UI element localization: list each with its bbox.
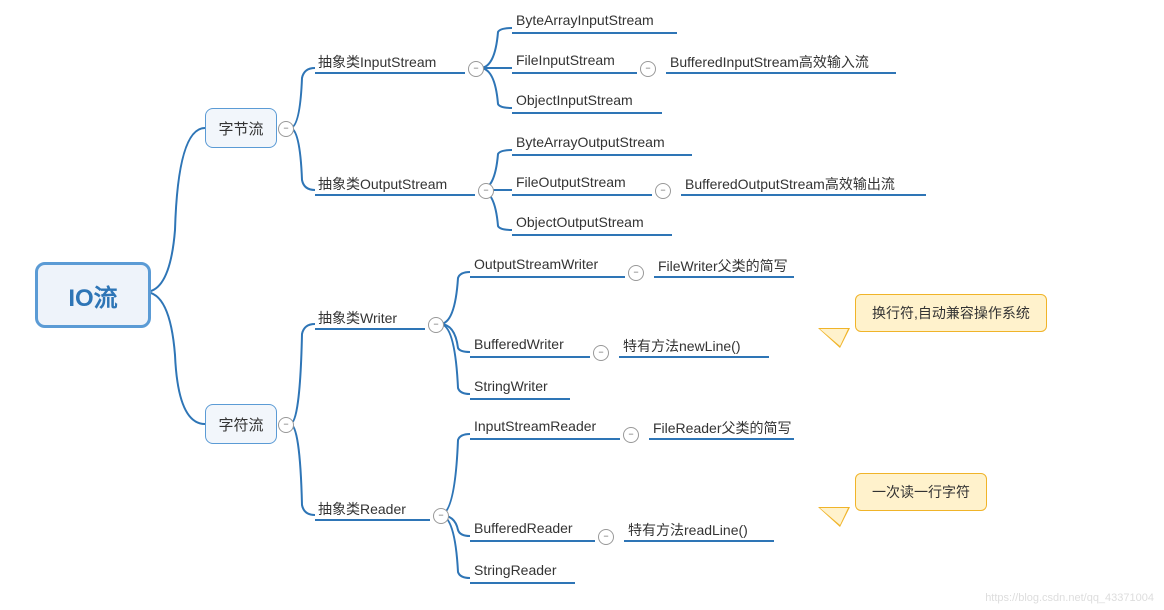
baos-label: ByteArrayOutputStream [516, 134, 665, 150]
br-method-label: 特有方法readLine() [628, 520, 748, 540]
note-pointer-inner [820, 508, 848, 525]
underline [470, 438, 620, 440]
byte-stream-label: 字节流 [218, 118, 263, 139]
bw-method-label: 特有方法newLine() [623, 336, 740, 356]
osw-label: OutputStreamWriter [474, 256, 598, 272]
collapse-icon[interactable]: − [623, 427, 639, 443]
underline [512, 234, 672, 236]
sr-label: StringReader [474, 562, 557, 578]
collapse-icon[interactable]: − [478, 183, 494, 199]
underline [315, 519, 430, 521]
underline [315, 72, 465, 74]
oos-label: ObjectOutputStream [516, 214, 644, 230]
underline [654, 276, 794, 278]
underline [470, 276, 625, 278]
collapse-icon[interactable]: − [428, 317, 444, 333]
note-newline: 换行符,自动兼容操作系统 [855, 294, 1047, 332]
byte-stream-node[interactable]: 字节流 [205, 108, 277, 148]
collapse-icon[interactable]: − [640, 61, 656, 77]
inputstream-label: 抽象类InputStream [318, 52, 436, 72]
fis-label: FileInputStream [516, 52, 615, 68]
note1-text: 换行符,自动兼容操作系统 [872, 305, 1030, 321]
writer-label: 抽象类Writer [318, 308, 397, 328]
underline [512, 72, 637, 74]
collapse-icon[interactable]: − [593, 345, 609, 361]
underline [512, 154, 692, 156]
bos-label: BufferedOutputStream高效输出流 [685, 174, 895, 194]
bw-label: BufferedWriter [474, 336, 564, 352]
collapse-icon[interactable]: − [278, 121, 294, 137]
underline [470, 540, 595, 542]
note-pointer-inner [820, 329, 848, 346]
underline [512, 194, 652, 196]
underline [666, 72, 896, 74]
ois-label: ObjectInputStream [516, 92, 633, 108]
watermark: https://blog.csdn.net/qq_43371004 [985, 592, 1154, 604]
collapse-icon[interactable]: − [278, 417, 294, 433]
underline [512, 32, 677, 34]
collapse-icon[interactable]: − [598, 529, 614, 545]
underline [315, 328, 425, 330]
note-readline: 一次读一行字符 [855, 473, 987, 511]
char-stream-label: 字符流 [218, 414, 263, 435]
underline [470, 582, 575, 584]
outputstream-label: 抽象类OutputStream [318, 174, 447, 194]
fw-note-label: FileWriter父类的简写 [658, 256, 788, 276]
underline [681, 194, 926, 196]
note2-text: 一次读一行字符 [872, 484, 970, 500]
collapse-icon[interactable]: − [628, 265, 644, 281]
reader-label: 抽象类Reader [318, 499, 406, 519]
bis-label: BufferedInputStream高效输入流 [670, 52, 869, 72]
underline [470, 398, 570, 400]
isr-label: InputStreamReader [474, 418, 596, 434]
root-node[interactable]: IO流 [35, 262, 151, 328]
collapse-icon[interactable]: − [655, 183, 671, 199]
underline [470, 356, 590, 358]
fr-note-label: FileReader父类的简写 [653, 418, 791, 438]
underline [315, 194, 475, 196]
fos-label: FileOutputStream [516, 174, 626, 190]
collapse-icon[interactable]: − [433, 508, 449, 524]
char-stream-node[interactable]: 字符流 [205, 404, 277, 444]
underline [512, 112, 662, 114]
underline [619, 356, 769, 358]
underline [624, 540, 774, 542]
root-label: IO流 [68, 278, 117, 313]
bais-label: ByteArrayInputStream [516, 12, 654, 28]
underline [649, 438, 794, 440]
br-label: BufferedReader [474, 520, 573, 536]
sw-label: StringWriter [474, 378, 548, 394]
collapse-icon[interactable]: − [468, 61, 484, 77]
